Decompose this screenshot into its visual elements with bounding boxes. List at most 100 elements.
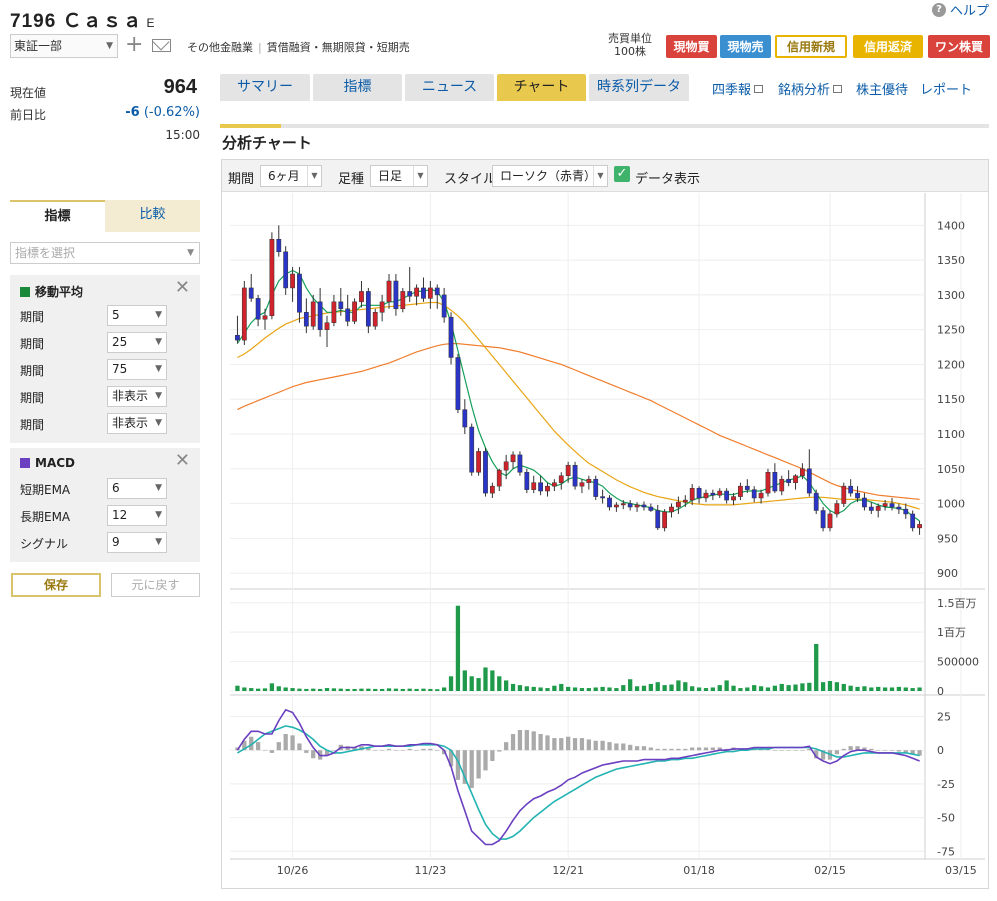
macd-histogram-bar xyxy=(614,743,619,751)
indicator-select[interactable]: 指標を選択 ▼ xyxy=(10,242,200,264)
industry-link[interactable]: その他金融業 xyxy=(187,41,253,54)
macd-histogram-bar xyxy=(407,748,412,751)
candle-body xyxy=(483,451,488,494)
volume-bar xyxy=(531,686,536,691)
candle-body xyxy=(303,312,309,327)
volume-bar xyxy=(249,688,254,691)
volume-bar xyxy=(800,683,805,691)
ma-row-select[interactable]: 25 ▼ xyxy=(107,332,167,353)
exchange-select[interactable]: 東証一部 ▼ xyxy=(10,34,118,58)
candle-body xyxy=(806,468,812,494)
date-tick-label: 10/26 xyxy=(277,864,309,877)
current-price: 964 xyxy=(163,76,197,98)
candle-body xyxy=(655,510,661,529)
trade-button-3[interactable]: 信用返済 xyxy=(853,35,923,58)
candle-body xyxy=(455,357,461,410)
analysis-chart[interactable]: 1400135013001250120011501100105010009509… xyxy=(222,193,988,889)
candle-body xyxy=(400,291,406,310)
volume-bar xyxy=(876,686,881,691)
tab-chart[interactable]: チャート xyxy=(497,74,586,101)
macd-histogram-bar xyxy=(896,750,902,752)
mail-icon[interactable] xyxy=(152,39,171,52)
volume-bar xyxy=(462,670,467,691)
trade-button-4[interactable]: ワン株買 xyxy=(928,35,990,58)
candle-body xyxy=(662,511,668,529)
volume-bar xyxy=(793,684,798,691)
reset-button[interactable]: 元に戻す xyxy=(111,573,200,597)
date-tick-label: 12/21 xyxy=(552,864,584,877)
ma-row-label: 期間 xyxy=(20,337,45,351)
macd-tick-label: 0 xyxy=(937,744,944,757)
candle-body xyxy=(593,478,599,497)
candle-body xyxy=(862,497,867,508)
chevron-down-icon: ▼ xyxy=(155,364,162,374)
macd-histogram-bar xyxy=(414,750,419,751)
macd-row-select[interactable]: 12 ▼ xyxy=(107,505,167,526)
candle-body xyxy=(372,312,378,327)
ma-row-select[interactable]: 非表示 ▼ xyxy=(107,413,167,434)
chevron-down-icon: ▼ xyxy=(413,166,427,186)
macd-histogram-bar xyxy=(779,750,784,751)
trade-button-1[interactable]: 現物売 xyxy=(720,35,771,58)
macd-histogram-bar xyxy=(510,734,516,751)
chevron-down-icon: ▼ xyxy=(155,510,162,520)
tab-indicator[interactable]: 指標 xyxy=(10,200,105,232)
ma-row-select[interactable]: 非表示 ▼ xyxy=(107,386,167,407)
chevron-down-icon: ▼ xyxy=(155,337,162,347)
save-button[interactable]: 保存 xyxy=(11,573,101,597)
period-select[interactable]: 6ヶ月 ▼ xyxy=(260,165,322,187)
tab-compare[interactable]: 比較 xyxy=(105,200,200,232)
trade-button-2[interactable]: 信用新規 xyxy=(775,35,847,58)
style-label: スタイル xyxy=(444,172,497,187)
volume-bar xyxy=(593,687,598,691)
link-benefits[interactable]: 株主優待 xyxy=(856,79,908,98)
trade-button-0[interactable]: 現物買 xyxy=(666,35,717,58)
close-icon[interactable]: ✕ xyxy=(175,279,190,297)
volume-bar xyxy=(690,686,695,691)
trade-unit: 売買単位 100株 xyxy=(608,32,652,58)
ma-row-value: 25 xyxy=(112,335,128,349)
left-tabs: 指標 比較 xyxy=(10,200,200,232)
volume-bar xyxy=(758,686,764,691)
close-icon[interactable]: ✕ xyxy=(175,452,190,470)
candle-body xyxy=(365,291,371,327)
candle-body xyxy=(469,426,475,473)
volume-bar xyxy=(455,605,461,691)
candle-body xyxy=(848,485,854,494)
macd-row-select[interactable]: 9 ▼ xyxy=(107,532,167,553)
candle-body xyxy=(496,469,502,487)
volume-bar xyxy=(820,682,826,691)
data-display-checkbox[interactable]: ✓ xyxy=(614,166,630,182)
ma-row-select[interactable]: 75 ▼ xyxy=(107,359,167,380)
tab-timeseries[interactable]: 時系列データ xyxy=(589,74,689,101)
link-analysis[interactable]: 銘柄分析 xyxy=(778,79,843,98)
chevron-down-icon: ▼ xyxy=(155,537,162,547)
volume-bar xyxy=(662,685,667,691)
macd-histogram-bar xyxy=(655,748,660,751)
tab-summary[interactable]: サマリー xyxy=(220,74,310,101)
style-select[interactable]: ローソク（赤青） ▼ xyxy=(492,165,608,187)
candle-body xyxy=(276,239,282,253)
link-shikiho[interactable]: 四季報 xyxy=(712,79,764,98)
volume-bar xyxy=(352,688,357,691)
macd-histogram-bar xyxy=(834,750,840,755)
candle-body xyxy=(434,287,440,296)
macd-histogram-bar xyxy=(283,734,288,751)
volume-bar xyxy=(317,688,323,691)
macd-row-select[interactable]: 6 ▼ xyxy=(107,478,167,499)
macd-histogram-bar xyxy=(882,750,888,751)
type-select[interactable]: 日足 ▼ xyxy=(370,165,428,187)
tab-indicators[interactable]: 指標 xyxy=(313,74,402,101)
help-link[interactable]: ? ヘルプ xyxy=(931,0,989,19)
macd-histogram-bar xyxy=(641,746,647,751)
add-watchlist-icon[interactable]: + xyxy=(125,34,143,56)
link-report[interactable]: レポート xyxy=(920,79,972,98)
candle-body xyxy=(324,322,330,330)
macd-histogram-bar xyxy=(869,748,874,751)
candle-body xyxy=(868,506,874,511)
candle-body xyxy=(565,465,571,476)
volume-bar xyxy=(538,687,543,691)
tab-news[interactable]: ニュース xyxy=(405,74,494,101)
ma-row-select[interactable]: 5 ▼ xyxy=(107,305,167,326)
link-report-label: レポート xyxy=(920,83,973,98)
